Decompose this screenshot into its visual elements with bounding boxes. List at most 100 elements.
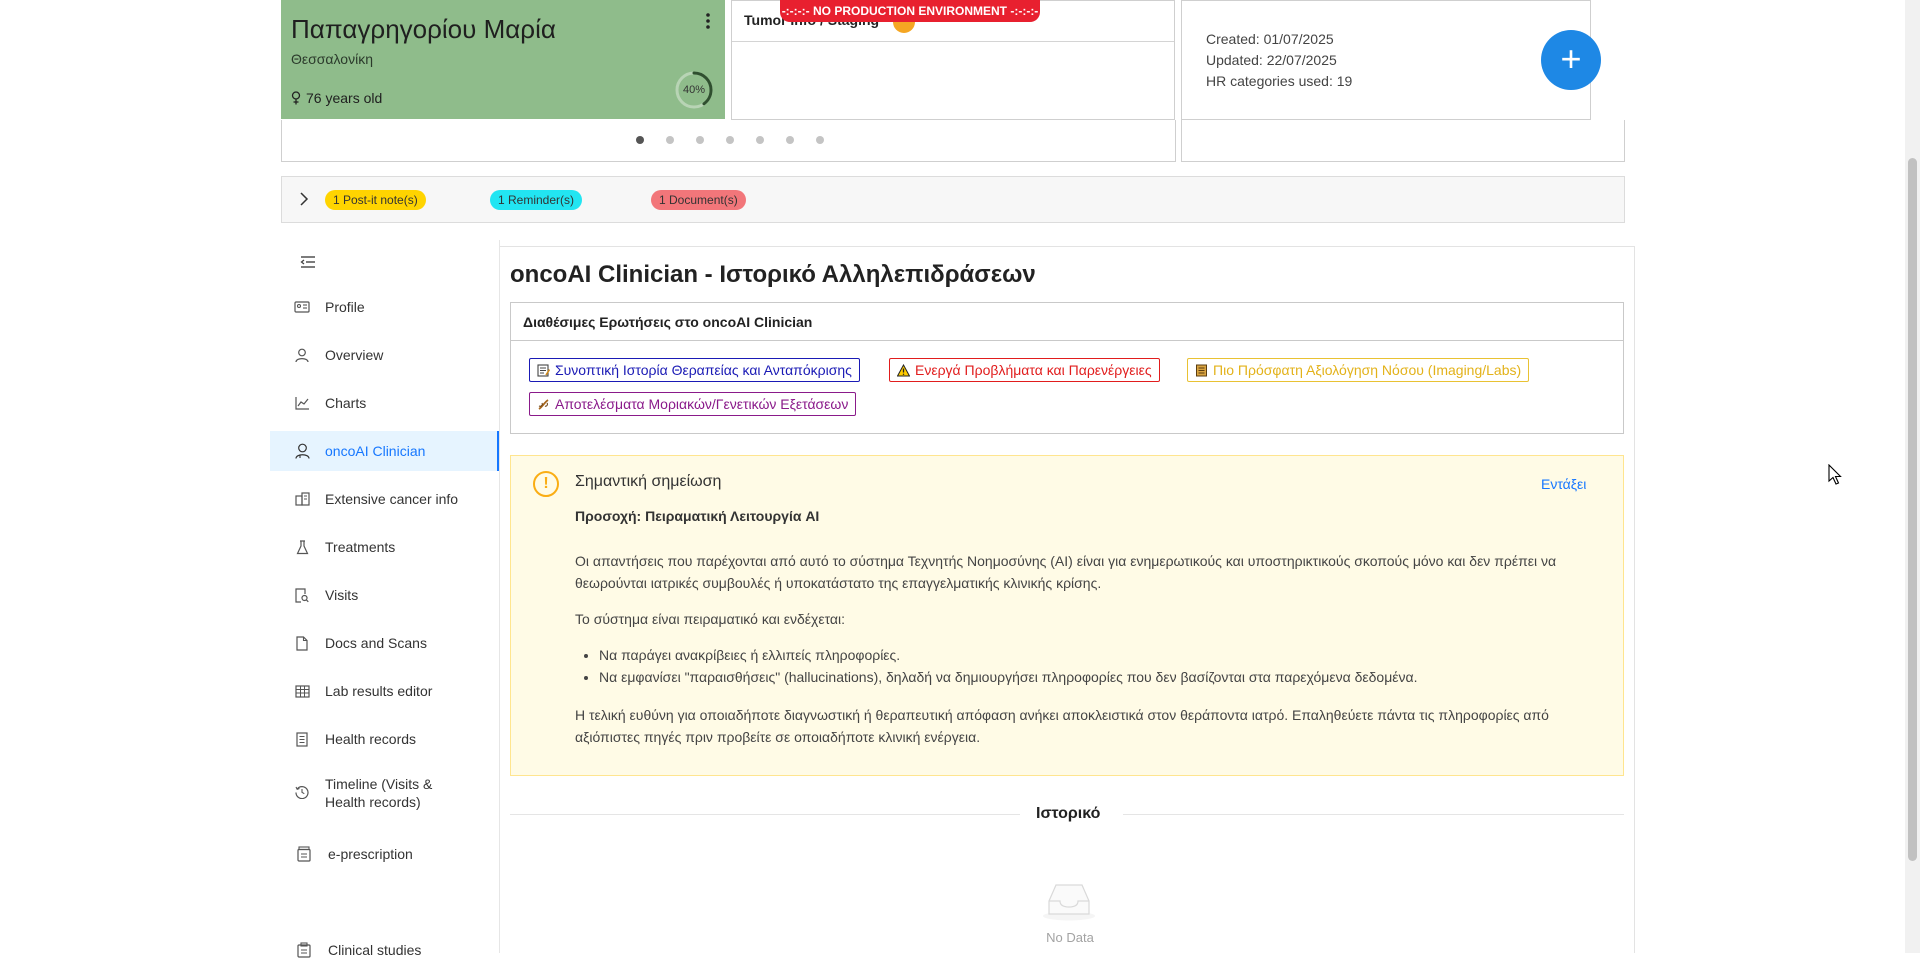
study-icon [295, 941, 313, 959]
record-info-card: Created: 01/07/2025 Updated: 22/07/2025 … [1181, 0, 1601, 120]
question-label: Αποτελέσματα Μοριακών/Γενετικών Εξετάσεω… [555, 396, 849, 412]
info-strip [1181, 120, 1625, 162]
sidebar-item-label: Treatments [325, 539, 396, 555]
file-icon [293, 634, 311, 652]
history-title: Ιστορικό [1036, 805, 1101, 822]
updated-date: Updated: 22/07/2025 [1206, 52, 1337, 68]
sidebar-item-label: Clinical studies [328, 942, 422, 958]
sidebar-item-label: e-prescription [328, 846, 413, 862]
sidebar-item-lab-results-editor[interactable]: Lab results editor [270, 671, 500, 711]
questions-title: Διαθέσιμες Ερωτήσεις στο oncoAI Clinicia… [523, 314, 813, 330]
prescription-icon [295, 845, 313, 863]
empty-state-text: No Data [1046, 930, 1094, 945]
divider-line [1123, 814, 1624, 815]
notice-title: Σημαντική σημείωση [575, 473, 722, 490]
id-card-icon [293, 298, 311, 316]
empty-inbox-icon [1043, 884, 1095, 921]
more-vertical-icon[interactable] [701, 12, 715, 30]
sidebar-item-label: Lab results editor [325, 683, 433, 699]
notes-bar: 1 Post-it note(s) 1 Reminder(s) 1 Docume… [281, 176, 1625, 223]
list-item: Να εμφανίσει "παραισθήσεις" (hallucinati… [599, 666, 1418, 688]
doctor-icon [293, 442, 311, 460]
completion-ring: 40% [674, 70, 714, 110]
scrollbar-thumb[interactable] [1908, 158, 1917, 861]
page-title: oncoAI Clinician - Ιστορικό Αλληλεπιδράσ… [510, 261, 1036, 288]
patient-city: Θεσσαλονίκη [291, 51, 373, 67]
add-button[interactable]: + [1541, 30, 1601, 90]
question-label: Ενεργά Προβλήματα και Παρενέργειες [915, 362, 1152, 378]
notice-ok-link[interactable]: Εντάξει [1541, 476, 1586, 492]
environment-banner: -:-:-:- NO PRODUCTION ENVIRONMENT -:-:-:… [780, 0, 1040, 22]
document-badge[interactable]: 1 Document(s) [651, 190, 746, 210]
sidebar-item-label: Health records [325, 731, 417, 747]
notice-list: Να παράγει ανακρίβειες ή ελλιπείς πληροφ… [575, 644, 1418, 688]
book-icon [293, 730, 311, 748]
carousel-dot[interactable] [636, 136, 644, 144]
sidebar-item-health-records[interactable]: Health records [270, 719, 500, 759]
sidebar-item-label: Visits [325, 587, 359, 603]
memo-icon [537, 364, 550, 377]
carousel-dots [636, 136, 824, 144]
sidebar-item-profile[interactable]: Profile [270, 287, 500, 327]
gender-female-icon [291, 91, 301, 105]
carousel-dot[interactable] [726, 136, 734, 144]
chevron-right-icon[interactable] [299, 192, 309, 206]
carousel-dot[interactable] [696, 136, 704, 144]
exclamation-circle-icon: ! [533, 471, 559, 497]
important-notice: ! Σημαντική σημείωση Εντάξει Προσοχή: Πε… [510, 455, 1624, 776]
notice-paragraph: Το σύστημα είναι πειραματικό και ενδέχετ… [575, 611, 846, 627]
dna-icon [538, 399, 549, 410]
reminder-badge[interactable]: 1 Reminder(s) [490, 190, 583, 210]
notice-paragraph: Η τελική ευθύνη για οποιαδήποτε διαγνωστ… [575, 707, 1549, 745]
carousel-dot[interactable] [816, 136, 824, 144]
sidebar-item-extensive-cancer-info[interactable]: Extensive cancer info [270, 479, 500, 519]
sidebar-item-label: Extensive cancer info [325, 491, 459, 507]
sidebar: Profile Overview Charts oncoAI Clinician… [270, 240, 500, 958]
sidebar-item-treatments[interactable]: Treatments [270, 527, 500, 567]
patient-card: Παπαγρηγορίου Μαρία Θεσσαλονίκη 76 years… [281, 0, 725, 119]
patient-age: 76 years old [291, 90, 382, 106]
warning-icon [897, 364, 910, 377]
flask-icon [293, 538, 311, 556]
sidebar-item-label: Overview [325, 347, 384, 363]
sidebar-item-docs-and-scans[interactable]: Docs and Scans [270, 623, 500, 663]
question-button-treatment-history[interactable]: Συνοπτική Ιστορία Θεραπείας και Ανταπόκρ… [529, 358, 860, 382]
completion-percent: 40% [682, 84, 706, 96]
menu-fold-icon[interactable] [300, 255, 316, 269]
sidebar-item-overview[interactable]: Overview [270, 335, 500, 375]
sidebar-item-label: oncoAI Clinician [325, 443, 426, 459]
file-search-icon [293, 586, 311, 604]
questions-card: Διαθέσιμες Ερωτήσεις στο oncoAI Clinicia… [510, 302, 1624, 434]
mouse-cursor-icon [1828, 464, 1842, 485]
ledger-icon [1196, 364, 1207, 377]
question-button-recent-assessment[interactable]: Πιο Πρόσφατη Αξιολόγηση Νόσου (Imaging/L… [1187, 358, 1530, 382]
created-date: Created: 01/07/2025 [1206, 31, 1334, 47]
question-button-molecular-results[interactable]: Αποτελέσματα Μοριακών/Γενετικών Εξετάσεω… [529, 392, 857, 416]
line-chart-icon [293, 394, 311, 412]
patient-name: Παπαγρηγορίου Μαρία [291, 14, 556, 44]
sidebar-item-e-prescription[interactable]: e-prescription [270, 834, 500, 874]
building-icon [293, 490, 311, 508]
sidebar-item-label: Docs and Scans [325, 635, 427, 651]
hr-categories-count: HR categories used: 19 [1206, 73, 1353, 89]
postit-badge[interactable]: 1 Post-it note(s) [325, 190, 426, 210]
list-item: Να παράγει ανακρίβειες ή ελλιπείς πληροφ… [599, 644, 1418, 666]
user-icon [293, 346, 311, 364]
carousel-dot[interactable] [666, 136, 674, 144]
carousel-dot[interactable] [756, 136, 764, 144]
sidebar-item-charts[interactable]: Charts [270, 383, 500, 423]
sidebar-item-clinical-studies[interactable]: Clinical studies [270, 930, 500, 970]
sidebar-item-visits[interactable]: Visits [270, 575, 500, 615]
sidebar-item-timeline[interactable]: Timeline (Visits & Health records) [270, 767, 500, 819]
sidebar-item-oncoai-clinician[interactable]: oncoAI Clinician [270, 431, 500, 471]
carousel-dot[interactable] [786, 136, 794, 144]
history-divider: Ιστορικό [510, 803, 1624, 825]
question-button-active-problems[interactable]: Ενεργά Προβλήματα και Παρενέργειες [889, 358, 1160, 382]
questions-header: Διαθέσιμες Ερωτήσεις στο oncoAI Clinicia… [511, 303, 1623, 341]
notice-paragraph: Οι απαντήσεις που παρέχονται από αυτό το… [575, 553, 1557, 591]
sidebar-item-label: Charts [325, 395, 367, 411]
history-icon [293, 783, 311, 801]
sidebar-item-label: Timeline (Visits & Health records) [325, 776, 433, 810]
question-label: Συνοπτική Ιστορία Θεραπείας και Ανταπόκρ… [555, 362, 852, 378]
main-panel: oncoAI Clinician - Ιστορικό Αλληλεπιδράσ… [500, 246, 1635, 953]
